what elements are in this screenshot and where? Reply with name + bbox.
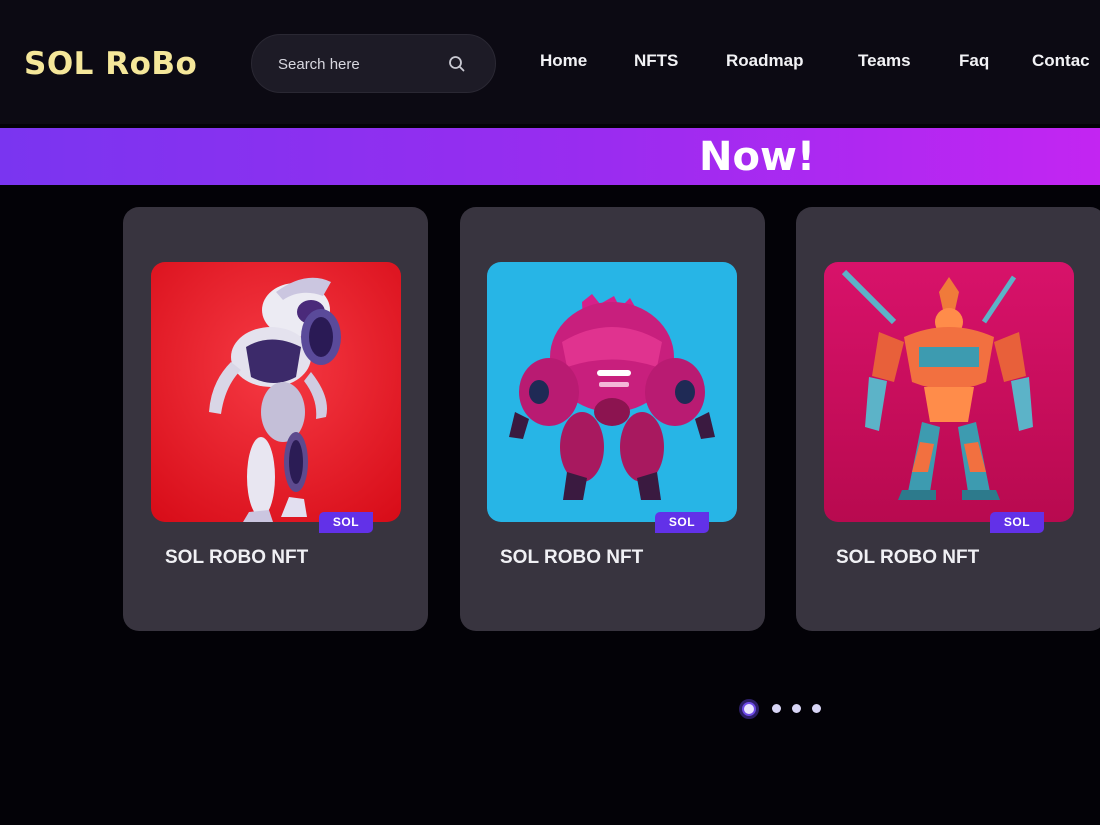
carousel-dot[interactable]	[772, 704, 781, 713]
sol-badge: SOL	[319, 512, 373, 533]
carousel-dot[interactable]	[792, 704, 801, 713]
nav-roadmap[interactable]: Roadmap	[726, 51, 803, 71]
search-icon[interactable]	[447, 54, 467, 74]
nav-home[interactable]: Home	[540, 51, 587, 71]
sol-badge: SOL	[655, 512, 709, 533]
magenta-mech-robot-icon	[487, 262, 737, 522]
top-navbar: SOL RoBo Home NFTS Roadmap Teams Faq Con…	[0, 0, 1100, 124]
nav-nfts[interactable]: NFTS	[634, 51, 678, 71]
nft-image	[151, 262, 401, 522]
nft-title: SOL ROBO NFT	[836, 547, 980, 568]
nft-card[interactable]: SOL SOL ROBO NFT	[123, 207, 428, 631]
site-logo[interactable]: SOL RoBo	[24, 46, 197, 82]
carousel-pagination	[739, 699, 839, 719]
nav-teams[interactable]: Teams	[858, 51, 911, 71]
carousel-dot[interactable]	[812, 704, 821, 713]
nft-image	[824, 262, 1074, 522]
white-purple-robot-icon	[151, 262, 401, 522]
nav-faq[interactable]: Faq	[959, 51, 989, 71]
nft-card[interactable]: SOL SOL ROBO NFT	[460, 207, 765, 631]
carousel-dot-active[interactable]	[739, 699, 759, 719]
nft-title: SOL ROBO NFT	[165, 547, 309, 568]
banner-text: Now!	[699, 134, 816, 180]
sol-badge: SOL	[990, 512, 1044, 533]
nft-title: SOL ROBO NFT	[500, 547, 644, 568]
search-input[interactable]	[278, 52, 448, 76]
nft-image	[487, 262, 737, 522]
marquee-banner: Now!	[0, 128, 1100, 185]
nft-card[interactable]: SOL SOL ROBO NFT	[796, 207, 1100, 631]
orange-gundam-robot-icon	[824, 262, 1074, 522]
nav-contact[interactable]: Contac	[1032, 51, 1090, 71]
